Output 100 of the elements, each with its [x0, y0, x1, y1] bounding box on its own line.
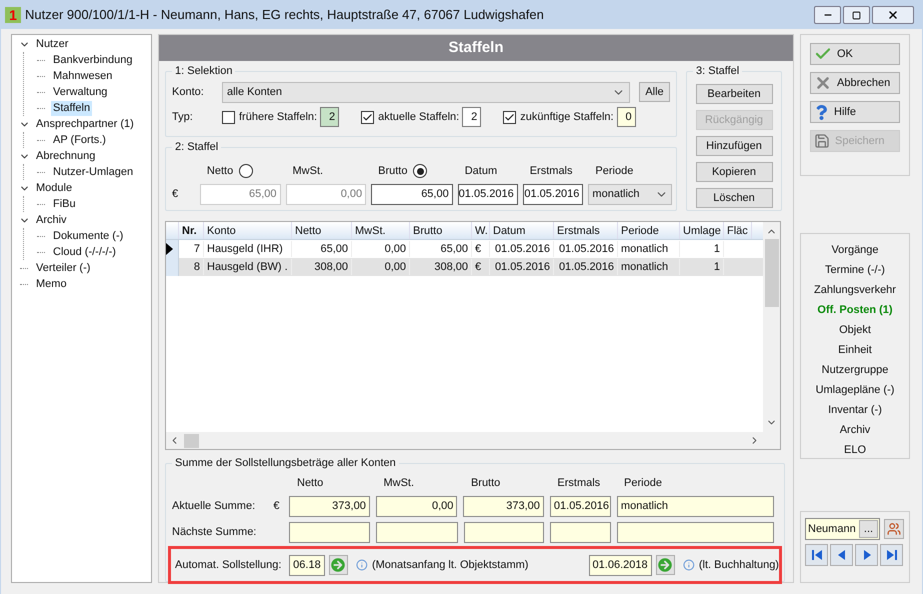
column-header[interactable]: Brutto [410, 222, 472, 239]
tree-item[interactable]: Verwaltung [51, 84, 110, 100]
column-label: Erstmals [556, 476, 602, 491]
tree-item[interactable]: Module [34, 180, 74, 196]
nav-link[interactable]: Archiv [840, 420, 870, 440]
users-button[interactable] [884, 519, 904, 539]
scroll-thumb[interactable] [184, 434, 199, 448]
table-cell: 01.05.2016 [554, 258, 618, 276]
column-header[interactable]: MwSt. [352, 222, 410, 239]
tree-item[interactable]: Archiv [34, 212, 69, 228]
tree-item[interactable]: Nutzer-Umlagen [51, 164, 136, 180]
column-header[interactable]: Fläc [724, 222, 752, 239]
nav-link[interactable]: ELO [844, 440, 866, 460]
tree-item[interactable]: Staffeln [51, 100, 92, 116]
tree-item[interactable]: Cloud (-/-/-/-) [51, 244, 118, 260]
nav-link[interactable]: Zahlungsverkehr [814, 280, 896, 300]
column-header[interactable]: Erstmals [554, 222, 618, 239]
apply-button[interactable] [328, 555, 348, 575]
tree-item[interactable]: FiBu [51, 196, 78, 212]
count-field: 2 [320, 107, 340, 127]
nav-link[interactable]: Vorgänge [831, 240, 879, 260]
column-label: MwSt. [382, 476, 416, 491]
checkbox-label: frühere Staffeln: [239, 110, 318, 125]
minimize-button[interactable] [814, 6, 841, 24]
tree-item[interactable]: AP (Forts.) [51, 132, 108, 148]
table-cell: 01.05.2016 [490, 258, 554, 276]
action-button[interactable]: Löschen [696, 188, 772, 208]
apply-button[interactable] [656, 555, 676, 575]
nav-link[interactable]: Objekt [839, 320, 871, 340]
nav-link[interactable]: Umlagepläne (-) [816, 380, 894, 400]
tree-item[interactable]: Verteiler (-) [34, 260, 92, 276]
checkbox[interactable] [222, 110, 235, 124]
tree-item[interactable]: Nutzer [34, 36, 70, 52]
checkbox-label: zukünftige Staffeln: [520, 110, 614, 125]
radio-button[interactable] [413, 164, 428, 178]
maximize-icon [852, 10, 861, 20]
column-header[interactable]: Periode [618, 222, 680, 239]
last-record-button[interactable] [880, 544, 903, 566]
row-label: Nächste Summe: [171, 524, 258, 540]
nav-link[interactable]: Einheit [838, 340, 872, 360]
prev-record-button[interactable] [830, 544, 853, 566]
table-row[interactable]: 8 Hausgeld (BW) . 308,00 0,00 308,00 € 01.05.2016 01.05.2016 monatlich 1 [166, 258, 763, 276]
column-header[interactable]: Netto [292, 222, 352, 239]
action-button[interactable]: Bearbeiten [696, 84, 772, 104]
amount-field[interactable]: 01.05.2016 [522, 184, 584, 205]
all-button[interactable]: Alle [639, 82, 670, 102]
field-label: Konto: [172, 84, 205, 100]
checkbox[interactable] [503, 110, 516, 124]
first-record-button[interactable] [805, 544, 828, 566]
tree-item[interactable]: Mahnwesen [51, 68, 114, 84]
group-title: Summe der Sollstellungsbeträge aller Konten [172, 455, 399, 471]
column-header[interactable]: Datum [490, 222, 554, 239]
nav-link[interactable]: Termine (-/-) [825, 260, 885, 280]
field-label: Typ: [172, 110, 194, 125]
close-icon [814, 74, 832, 92]
checkbox-label: aktuelle Staffeln: [378, 110, 460, 125]
tree-item[interactable]: Memo [34, 276, 69, 292]
arrow-right-icon [658, 558, 672, 572]
action-button[interactable]: Kopieren [696, 162, 772, 182]
vertical-scrollbar[interactable] [763, 222, 780, 432]
action-button[interactable]: Hinzufügen [696, 136, 772, 156]
browse-button[interactable]: ... [859, 520, 878, 538]
nav-link[interactable]: Off. Posten (1) [817, 300, 893, 320]
tree-item[interactable]: Abrechnung [34, 148, 98, 164]
account-dropdown[interactable]: alle Konten [222, 82, 630, 102]
name-field[interactable]: Neumann ... [805, 518, 880, 540]
column-label: Brutto [470, 476, 502, 491]
next-record-button[interactable] [855, 544, 878, 566]
dialog-button[interactable]: OK [810, 43, 900, 65]
tree-item[interactable]: Ansprechpartner (1) [34, 116, 136, 132]
table-cell: Hausgeld (IHR) [204, 240, 292, 258]
table-cell: 0,00 [352, 240, 410, 258]
tree-item[interactable]: Bankverbindung [51, 52, 135, 68]
column-header[interactable]: Konto [204, 222, 292, 239]
maximize-button[interactable] [843, 6, 870, 24]
date-field[interactable]: 01.06.2018 [588, 554, 652, 576]
dialog-button[interactable]: Abbrechen [810, 72, 900, 94]
nav-link[interactable]: Nutzergruppe [822, 360, 888, 380]
app-icon: 1 [5, 7, 21, 23]
column-label: Datum [464, 164, 498, 179]
scroll-thumb[interactable] [764, 239, 778, 307]
column-label: Netto [206, 164, 234, 179]
period-dropdown[interactable]: monatlich [588, 184, 672, 205]
table-cell: 8 [179, 258, 204, 276]
sum-field: 373,00 [289, 496, 370, 516]
tree-item[interactable]: Dokumente (-) [51, 228, 126, 244]
column-header[interactable]: W. [472, 222, 490, 239]
dialog-button[interactable]: Hilfe [810, 101, 900, 123]
checkbox[interactable] [361, 110, 374, 124]
amount-field[interactable]: 65,00 [371, 184, 453, 205]
close-button[interactable] [872, 6, 914, 24]
month-field[interactable]: 06.18 [289, 554, 325, 576]
column-header[interactable]: Nr. [179, 222, 204, 239]
nav-link[interactable]: Inventar (-) [828, 400, 882, 420]
horizontal-scrollbar[interactable] [166, 432, 780, 449]
count-field: 0 [616, 107, 636, 127]
sum-field [550, 522, 611, 542]
amount-field[interactable]: 01.05.2016 [458, 184, 518, 205]
info-icon [356, 559, 368, 571]
column-header[interactable]: Umlage [680, 222, 724, 239]
